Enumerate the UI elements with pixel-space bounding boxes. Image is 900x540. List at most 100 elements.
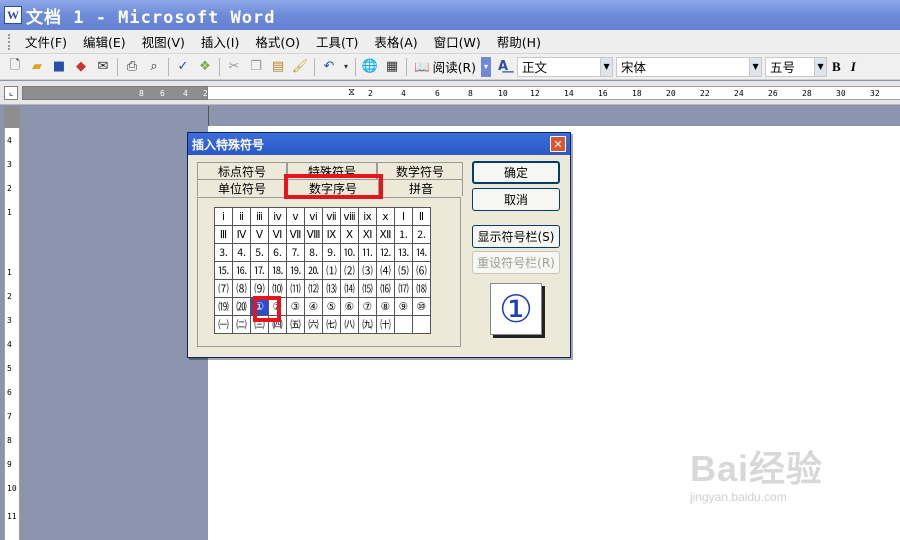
- symbol-cell[interactable]: ⒋: [232, 243, 251, 262]
- close-icon[interactable]: ✕: [550, 136, 566, 152]
- cancel-button[interactable]: 取消: [472, 188, 560, 211]
- new-document-icon[interactable]: 🗋: [5, 57, 25, 77]
- email-icon[interactable]: ✉: [93, 57, 113, 77]
- menu-file[interactable]: 文件(F): [17, 32, 75, 51]
- symbol-cell[interactable]: ⒎: [286, 243, 305, 262]
- symbol-cell[interactable]: ⅹ: [376, 207, 395, 226]
- symbol-cell[interactable]: [412, 315, 431, 334]
- styles-pane-icon[interactable]: A͟: [493, 57, 513, 77]
- symbol-cell[interactable]: ⑹: [412, 261, 431, 280]
- symbol-cell[interactable]: ⑴: [322, 261, 341, 280]
- symbol-cell[interactable]: Ⅳ: [232, 225, 251, 244]
- symbol-cell[interactable]: ⅶ: [322, 207, 341, 226]
- symbol-cell[interactable]: ⒈: [394, 225, 413, 244]
- symbol-cell[interactable]: ⑿: [304, 279, 323, 298]
- symbol-cell[interactable]: Ⅵ: [268, 225, 287, 244]
- symbol-cell[interactable]: ⒀: [322, 279, 341, 298]
- symbol-cell[interactable]: ⒁: [340, 279, 359, 298]
- symbol-cell[interactable]: ⒑: [340, 243, 359, 262]
- symbol-cell[interactable]: ⒂: [358, 279, 377, 298]
- symbol-cell[interactable]: ⑥: [340, 297, 359, 316]
- symbol-cell[interactable]: ⒗: [232, 261, 251, 280]
- symbol-cell[interactable]: ⒕: [412, 243, 431, 262]
- symbol-cell[interactable]: [394, 315, 413, 334]
- symbol-cell[interactable]: ⒔: [394, 243, 413, 262]
- symbol-cell[interactable]: ㈤: [286, 315, 305, 334]
- font-select[interactable]: 宋体 ▼: [616, 56, 763, 77]
- symbol-cell[interactable]: ⅵ: [304, 207, 323, 226]
- symbol-cell[interactable]: ⒄: [394, 279, 413, 298]
- undo-icon[interactable]: ↶: [319, 57, 339, 77]
- symbol-cell[interactable]: ㈩: [376, 315, 395, 334]
- show-symbol-bar-button[interactable]: 显示符号栏(S): [472, 225, 560, 248]
- word-app-icon[interactable]: W: [4, 6, 22, 24]
- symbol-cell[interactable]: ⒅: [412, 279, 431, 298]
- symbol-cell[interactable]: Ⅴ: [250, 225, 269, 244]
- symbol-cell[interactable]: ㈠: [214, 315, 233, 334]
- symbol-cell[interactable]: ⒖: [214, 261, 233, 280]
- undo-dropdown-icon[interactable]: ▾: [341, 57, 351, 77]
- symbol-cell[interactable]: ㈥: [304, 315, 323, 334]
- symbol-cell[interactable]: ⑤: [322, 297, 341, 316]
- menu-help[interactable]: 帮助(H): [489, 32, 549, 51]
- read-button[interactable]: 📖 阅读(R): [410, 57, 480, 76]
- tab-pinyin[interactable]: 拼音: [379, 179, 463, 196]
- symbol-cell[interactable]: ⒛: [304, 261, 323, 280]
- italic-button[interactable]: I: [846, 59, 861, 75]
- spelling-icon[interactable]: ✓: [173, 57, 193, 77]
- symbol-cell[interactable]: ⅸ: [358, 207, 377, 226]
- research-icon[interactable]: ❖: [195, 57, 215, 77]
- symbol-cell[interactable]: ㈡: [232, 315, 251, 334]
- symbol-cell[interactable]: ⒓: [376, 243, 395, 262]
- menu-format[interactable]: 格式(O): [247, 32, 308, 51]
- symbol-cell[interactable]: ⑽: [268, 279, 287, 298]
- symbol-cell[interactable]: ⅱ: [232, 207, 251, 226]
- symbol-cell[interactable]: ⑾: [286, 279, 305, 298]
- symbol-cell[interactable]: Ⅰ: [394, 207, 413, 226]
- symbol-cell[interactable]: ⒌: [250, 243, 269, 262]
- symbol-cell[interactable]: Ⅷ: [304, 225, 323, 244]
- symbol-cell[interactable]: Ⅱ: [412, 207, 431, 226]
- symbol-cell[interactable]: Ⅲ: [214, 225, 233, 244]
- bold-button[interactable]: B: [827, 59, 846, 75]
- toolbar-options-icon[interactable]: ▾: [481, 56, 492, 77]
- symbol-cell[interactable]: ⑷: [376, 261, 395, 280]
- dialog-title-bar[interactable]: 插入特殊符号 ✕: [188, 133, 570, 155]
- symbol-cell[interactable]: ㈧: [340, 315, 359, 334]
- symbol-cell[interactable]: ⒚: [286, 261, 305, 280]
- symbol-cell[interactable]: ④: [304, 297, 323, 316]
- symbol-cell[interactable]: ㈨: [358, 315, 377, 334]
- vertical-ruler[interactable]: 4 3 2 1 1 2 3 4 5 6 7 8 9 10 11: [4, 128, 20, 540]
- indent-marker-icon[interactable]: ⧖: [348, 87, 355, 99]
- tab-math-symbols[interactable]: 数学符号: [377, 162, 463, 179]
- symbol-cell[interactable]: Ⅺ: [358, 225, 377, 244]
- symbol-cell[interactable]: ③: [286, 297, 305, 316]
- symbol-cell[interactable]: ⑦: [358, 297, 377, 316]
- open-folder-icon[interactable]: ▰: [27, 57, 47, 77]
- symbol-cell[interactable]: ⒏: [304, 243, 323, 262]
- symbol-cell[interactable]: ⅲ: [250, 207, 269, 226]
- paste-icon[interactable]: ▤: [268, 57, 288, 77]
- ok-button[interactable]: 确定: [472, 161, 560, 184]
- symbol-cell[interactable]: ⑺: [214, 279, 233, 298]
- symbol-cell[interactable]: ⅰ: [214, 207, 233, 226]
- symbol-cell[interactable]: Ⅹ: [340, 225, 359, 244]
- tab-punctuation[interactable]: 标点符号: [197, 162, 287, 179]
- symbol-cell[interactable]: ⑵: [340, 261, 359, 280]
- symbol-cell[interactable]: ⑧: [376, 297, 395, 316]
- symbol-cell[interactable]: ⒇: [232, 297, 251, 316]
- symbol-cell[interactable]: ⑻: [232, 279, 251, 298]
- symbol-cell[interactable]: ⒙: [268, 261, 287, 280]
- symbol-cell[interactable]: ⒃: [376, 279, 395, 298]
- symbol-cell[interactable]: ⑶: [358, 261, 377, 280]
- print-preview-icon[interactable]: ⌕: [144, 57, 164, 77]
- symbol-cell[interactable]: ⒘: [250, 261, 269, 280]
- symbol-cell[interactable]: ⒆: [214, 297, 233, 316]
- symbol-cell[interactable]: ⅷ: [340, 207, 359, 226]
- menu-insert[interactable]: 插入(I): [193, 32, 247, 51]
- symbol-cell[interactable]: Ⅶ: [286, 225, 305, 244]
- print-icon[interactable]: ⎙: [122, 57, 142, 77]
- cut-icon[interactable]: ✂: [224, 57, 244, 77]
- symbol-cell[interactable]: ⒍: [268, 243, 287, 262]
- symbol-cell[interactable]: ⒉: [412, 225, 431, 244]
